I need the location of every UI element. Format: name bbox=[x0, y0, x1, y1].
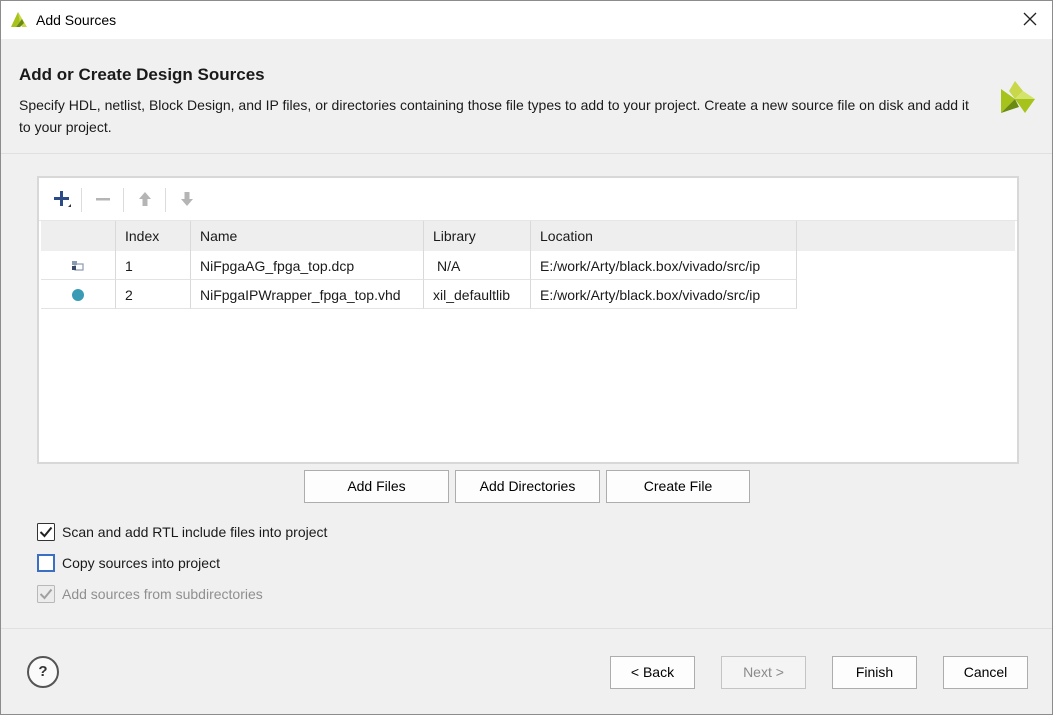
row-index: 1 bbox=[116, 251, 191, 280]
header-index[interactable]: Index bbox=[116, 221, 191, 251]
row-name: NiFpgaAG_fpga_top.dcp bbox=[191, 251, 424, 280]
create-file-button[interactable]: Create File bbox=[606, 470, 750, 503]
header-location[interactable]: Location bbox=[531, 221, 797, 251]
scan-rtl-checkbox[interactable] bbox=[37, 523, 55, 541]
move-up-button[interactable] bbox=[132, 186, 158, 212]
add-files-button[interactable]: Add Files bbox=[304, 470, 449, 503]
toolbar-separator bbox=[81, 188, 82, 212]
subdirectories-label: Add sources from subdirectories bbox=[62, 586, 263, 602]
add-source-button[interactable] bbox=[49, 186, 75, 212]
row-icon-cell bbox=[41, 251, 116, 280]
close-icon[interactable] bbox=[1022, 11, 1038, 27]
row-icon-cell bbox=[41, 280, 116, 309]
finish-button[interactable]: Finish bbox=[832, 656, 917, 689]
header-library[interactable]: Library bbox=[424, 221, 531, 251]
footer-divider bbox=[1, 628, 1052, 629]
row-name: NiFpgaIPWrapper_fpga_top.vhd bbox=[191, 280, 424, 309]
remove-source-button[interactable] bbox=[90, 186, 116, 212]
vivado-app-icon bbox=[11, 12, 27, 27]
add-sources-dialog: Add Sources Add or Create Design Sources… bbox=[0, 0, 1053, 715]
table-row[interactable]: 2 NiFpgaIPWrapper_fpga_top.vhd xil_defau… bbox=[41, 280, 797, 309]
copy-sources-checkbox[interactable] bbox=[37, 554, 55, 572]
xilinx-logo-icon bbox=[1001, 81, 1035, 113]
minus-icon bbox=[96, 198, 110, 201]
table-header: Index Name Library Location bbox=[41, 221, 1015, 251]
row-location: E:/work/Arty/black.box/vivado/src/ip bbox=[531, 251, 797, 280]
title-bar: Add Sources bbox=[1, 1, 1052, 39]
copy-sources-label: Copy sources into project bbox=[62, 555, 220, 571]
header-icon-column bbox=[41, 221, 116, 251]
header-name[interactable]: Name bbox=[191, 221, 424, 251]
arrow-down-icon bbox=[181, 192, 193, 206]
hdl-file-icon bbox=[72, 289, 84, 301]
arrow-up-icon bbox=[139, 192, 151, 206]
subdirectories-checkbox bbox=[37, 585, 55, 603]
page-title: Add or Create Design Sources bbox=[19, 65, 265, 84]
table-toolbar bbox=[39, 178, 1017, 221]
sources-table-panel: Index Name Library Location 1 NiFpgaAG_f… bbox=[37, 176, 1019, 464]
toolbar-separator bbox=[165, 188, 166, 212]
table-row[interactable]: 1 NiFpgaAG_fpga_top.dcp N/A E:/work/Arty… bbox=[41, 251, 797, 280]
window-title: Add Sources bbox=[36, 12, 117, 28]
add-directories-button[interactable]: Add Directories bbox=[455, 470, 600, 503]
help-button[interactable]: ? bbox=[27, 656, 59, 688]
cancel-button[interactable]: Cancel bbox=[943, 656, 1028, 689]
toolbar-separator bbox=[123, 188, 124, 212]
row-index: 2 bbox=[116, 280, 191, 309]
row-location: E:/work/Arty/black.box/vivado/src/ip bbox=[531, 280, 797, 309]
page-description: Specify HDL, netlist, Block Design, and … bbox=[19, 97, 969, 135]
wizard-header: Add or Create Design Sources Specify HDL… bbox=[1, 39, 1052, 154]
scan-rtl-label: Scan and add RTL include files into proj… bbox=[62, 524, 328, 540]
move-down-button[interactable] bbox=[174, 186, 200, 212]
plus-icon bbox=[54, 191, 71, 207]
row-library: xil_defaultlib bbox=[424, 280, 531, 309]
next-button[interactable]: Next > bbox=[721, 656, 806, 689]
checkpoint-file-icon bbox=[72, 261, 84, 271]
back-button[interactable]: < Back bbox=[610, 656, 695, 689]
row-library: N/A bbox=[424, 251, 531, 280]
